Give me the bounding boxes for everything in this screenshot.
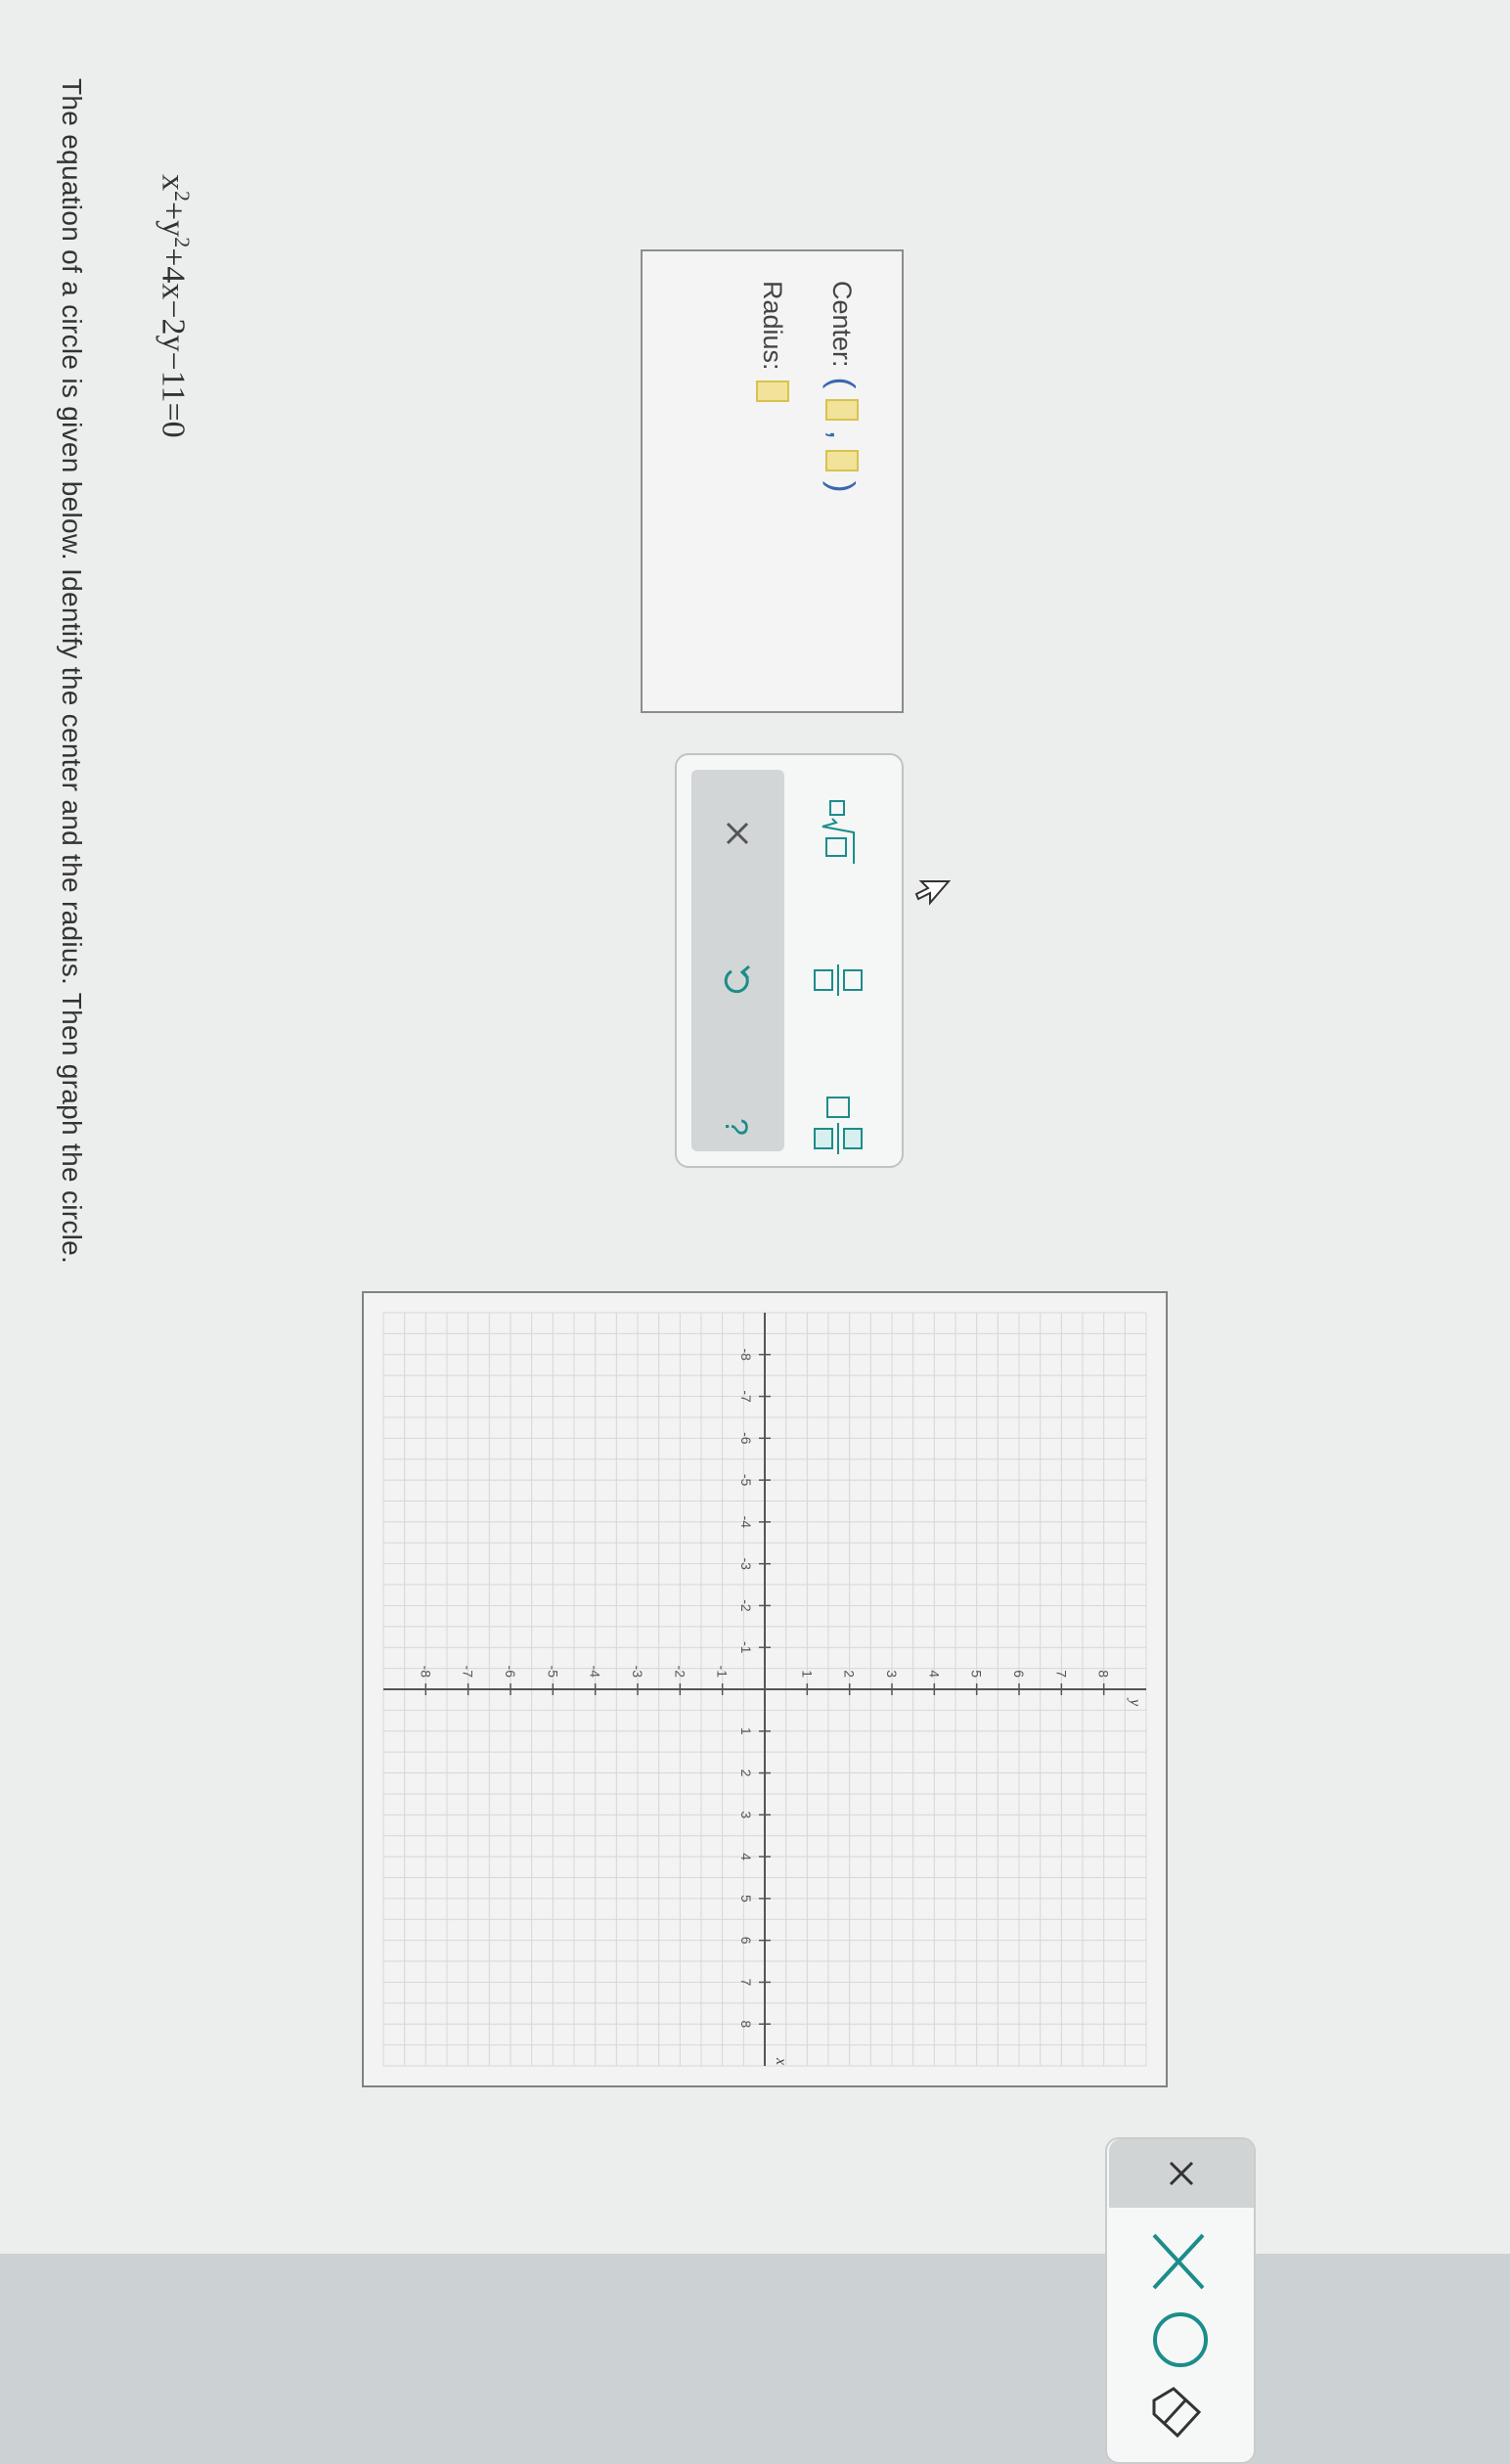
fraction-icon[interactable] [809, 941, 867, 1019]
x-tick-label: 3 [738, 1811, 754, 1818]
graph-toolbar [1105, 2137, 1256, 2464]
square-root-icon[interactable] [809, 794, 867, 873]
y-tick-label: 3 [884, 1670, 900, 1678]
x-tick-label: -6 [738, 1432, 754, 1445]
x-tick-label: -2 [738, 1599, 754, 1612]
y-tick-label: 7 [1053, 1670, 1069, 1678]
y-tick-label: -6 [503, 1666, 518, 1679]
x-tick-label: 5 [738, 1895, 754, 1903]
y-axis-label: y [1127, 1697, 1143, 1707]
clear-icon[interactable] [708, 794, 767, 873]
x-tick-label: -1 [738, 1641, 754, 1654]
center-row: Center: ( , ) [822, 281, 863, 493]
center-y-input[interactable] [825, 449, 859, 471]
clear-graph-icon[interactable] [1109, 2139, 1254, 2208]
close-paren: ) [822, 480, 863, 493]
x-axis-label: x [773, 2057, 789, 2065]
delete-icon[interactable] [1146, 2227, 1215, 2296]
help-icon[interactable]: ? [708, 1088, 767, 1166]
radius-input[interactable] [756, 380, 789, 402]
y-tick-label: -4 [588, 1666, 603, 1679]
y-tick-label: -7 [461, 1666, 476, 1679]
comma: , [822, 429, 863, 440]
y-tick-label: 6 [1011, 1670, 1027, 1678]
mixed-number-icon[interactable] [809, 1088, 867, 1166]
y-tick-label: 4 [926, 1670, 942, 1678]
x-tick-label: -7 [738, 1390, 754, 1403]
screen: The equation of a circle is given below.… [0, 0, 1510, 2464]
math-keypad: ? [675, 753, 904, 1168]
y-tick-label: 8 [1096, 1670, 1112, 1678]
x-tick-label: 4 [738, 1853, 754, 1860]
y-tick-label: 2 [842, 1670, 858, 1678]
x-tick-label: -8 [738, 1349, 754, 1362]
mouse-cursor-icon [914, 880, 952, 906]
center-x-input[interactable] [825, 398, 859, 421]
x-tick-label: 2 [738, 1770, 754, 1777]
y-tick-label: 5 [969, 1670, 985, 1678]
y-tick-label: -2 [672, 1666, 688, 1679]
y-tick-label: -1 [715, 1666, 731, 1679]
answer-box: Center: ( , ) Radius: [641, 249, 904, 713]
circle-tool-icon[interactable] [1146, 2306, 1215, 2374]
open-paren: ( [822, 377, 863, 389]
x-tick-label: 8 [738, 2020, 754, 2028]
undo-icon[interactable] [708, 941, 767, 1019]
svg-text:?: ? [719, 1118, 754, 1136]
y-tick-label: 1 [799, 1670, 815, 1678]
center-label: Center: [827, 281, 858, 368]
y-tick-label: -8 [418, 1666, 433, 1679]
y-tick-label: -3 [630, 1666, 645, 1679]
eraser-icon[interactable] [1146, 2379, 1215, 2447]
x-tick-label: -4 [738, 1516, 754, 1529]
radius-row: Radius: [756, 281, 789, 402]
x-tick-label: -3 [738, 1557, 754, 1570]
x-tick-label: 6 [738, 1937, 754, 1945]
radius-label: Radius: [758, 281, 788, 371]
graph-canvas[interactable]: -8 -7 -6 -5 -4 -3 -2 -1 1 2 3 4 5 6 7 8 8 7 6 5 4 3 2 1 -1 -2 -3 -4… [364, 1293, 1166, 2085]
coordinate-graph[interactable]: -8 -7 -6 -5 -4 -3 -2 -1 1 2 3 4 5 6 7 8 8 7 6 5 4 3 2 1 -1 -2 -3 -4… [362, 1291, 1168, 2087]
x-tick-label: 7 [738, 1979, 754, 1987]
x-tick-label: -5 [738, 1474, 754, 1487]
x-tick-label: 1 [738, 1727, 754, 1735]
circle-equation: x2+y2+4x−2y−11=0 [155, 174, 195, 438]
y-tick-label: -5 [545, 1666, 560, 1679]
question-prompt: The equation of a circle is given below.… [57, 78, 87, 1265]
